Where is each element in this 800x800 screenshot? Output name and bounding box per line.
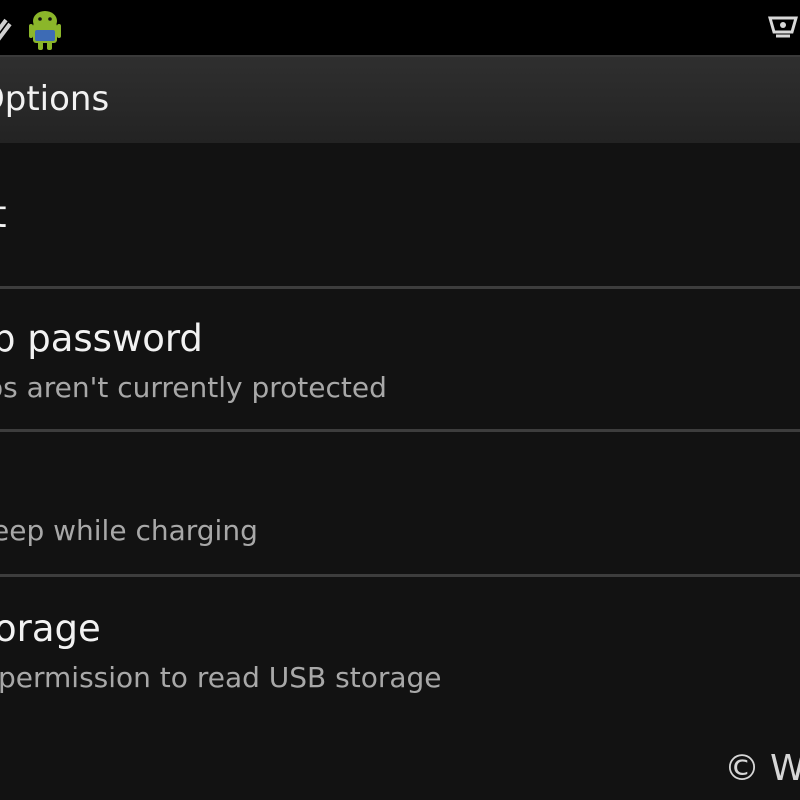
settings-item[interactable]: p password os aren't currently protected bbox=[0, 289, 800, 429]
device-icon bbox=[768, 16, 798, 38]
android-debug-icon bbox=[29, 11, 61, 50]
copyright-icon: © bbox=[724, 748, 760, 789]
settings-item-summary: permission to read USB storage bbox=[0, 661, 442, 694]
settings-item-summary: os aren't currently protected bbox=[0, 371, 387, 404]
watermark: © W bbox=[724, 748, 800, 789]
settings-item-title: t bbox=[0, 193, 7, 236]
page-title: Options bbox=[0, 79, 110, 119]
settings-list: t p password os aren't currently protect… bbox=[0, 143, 800, 800]
usb-icon bbox=[0, 18, 12, 41]
settings-item[interactable]: eep while charging bbox=[0, 432, 800, 574]
settings-item-title: orage bbox=[0, 607, 101, 650]
status-bar bbox=[0, 0, 800, 55]
settings-item[interactable]: t bbox=[0, 143, 800, 286]
settings-item[interactable]: orage permission to read USB storage bbox=[0, 577, 800, 743]
settings-item-title: p password bbox=[0, 317, 203, 360]
watermark-text: W bbox=[770, 748, 800, 789]
settings-item-summary: eep while charging bbox=[0, 514, 258, 547]
action-bar: Options bbox=[0, 55, 800, 143]
